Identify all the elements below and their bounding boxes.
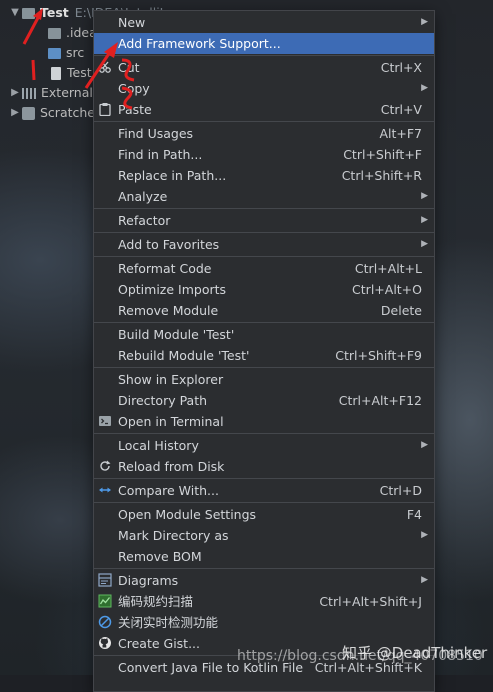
- watermark-zhihu: 知乎 @DeadThinker: [342, 644, 488, 662]
- red-annotation-marks: [22, 8, 135, 110]
